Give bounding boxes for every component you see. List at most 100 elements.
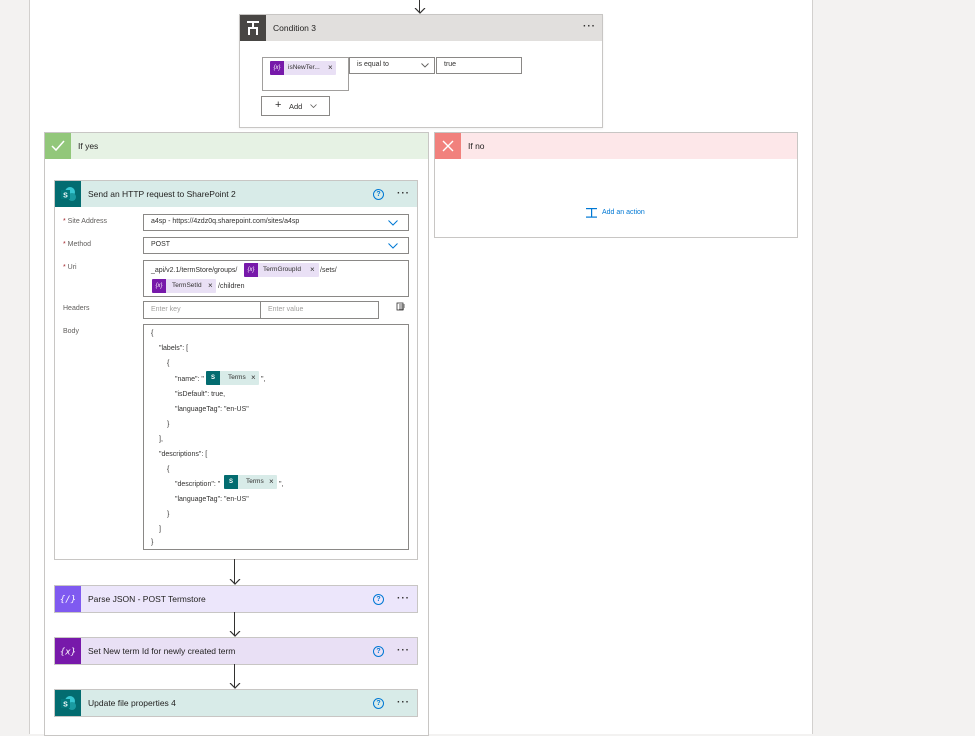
connector-arrow <box>229 664 241 689</box>
body-line: { <box>167 466 170 473</box>
variable-icon: {x} <box>244 263 258 277</box>
more-options-icon[interactable]: ··· <box>397 188 410 200</box>
body-line: } <box>167 421 170 428</box>
add-condition-button[interactable]: + Add <box>261 96 330 116</box>
body-label: Body <box>63 328 79 335</box>
close-icon <box>435 133 461 159</box>
add-action-icon <box>586 208 597 218</box>
condition-operand-field[interactable]: {x} isNewTer... × <box>262 57 349 91</box>
sharepoint-icon: S <box>55 181 81 207</box>
parse-json-title: Parse JSON - POST Termstore <box>88 594 206 604</box>
chevron-down-icon <box>388 243 398 249</box>
parse-json-action-card[interactable]: {/} Parse JSON - POST Termstore ? ··· <box>54 585 418 613</box>
update-file-header[interactable]: S Update file properties 4 ? ··· <box>55 690 417 716</box>
terms-token[interactable]: S Terms × <box>224 475 277 489</box>
set-variable-action-card[interactable]: {x} Set New term Id for newly created te… <box>54 637 418 665</box>
body-line: "languageTag": "en-US" <box>175 406 249 413</box>
update-file-title: Update file properties 4 <box>88 698 176 708</box>
help-icon[interactable]: ? <box>373 594 384 605</box>
parse-json-header[interactable]: {/} Parse JSON - POST Termstore ? ··· <box>55 586 417 612</box>
site-address-value: a4sp - https://4zdz0q.sharepoint.com/sit… <box>151 218 300 225</box>
http-request-action-card[interactable]: S Send an HTTP request to SharePoint 2 ?… <box>54 180 418 560</box>
http-request-header[interactable]: S Send an HTTP request to SharePoint 2 ?… <box>55 181 417 207</box>
if-no-title: If no <box>468 141 485 151</box>
svg-text:{x}: {x} <box>60 648 76 658</box>
set-variable-title: Set New term Id for newly created term <box>88 646 236 656</box>
body-line: ", <box>279 481 284 488</box>
headers-value-input[interactable]: Enter value <box>260 301 379 319</box>
token-label: Terms <box>246 478 264 485</box>
add-action-label: Add an action <box>602 209 645 216</box>
body-line: "languageTag": "en-US" <box>175 496 249 503</box>
svg-text:S: S <box>63 701 68 708</box>
body-line: "description": " <box>175 481 221 488</box>
more-options-icon[interactable]: ··· <box>397 697 410 709</box>
body-field[interactable]: { "labels": [ { "name": " S Terms × ", "… <box>143 324 409 550</box>
variable-icon: {x} <box>270 61 284 75</box>
remove-token-icon[interactable]: × <box>269 475 274 489</box>
variable-icon: {x} <box>55 638 81 664</box>
update-file-action-card[interactable]: S Update file properties 4 ? ··· <box>54 689 418 717</box>
text-mode-icon[interactable] <box>396 302 406 312</box>
method-value: POST <box>151 241 171 248</box>
connector-arrow <box>229 559 241 585</box>
body-line: } <box>167 511 170 518</box>
remove-token-icon[interactable]: × <box>208 279 213 293</box>
headers-key-input[interactable]: Enter key <box>143 301 262 319</box>
body-line: ] <box>159 526 161 533</box>
condition-card[interactable]: Condition 3 ··· {x} isNewTer... × is equ… <box>239 14 603 128</box>
variable-icon: {x} <box>152 279 166 293</box>
chevron-down-icon <box>421 63 429 68</box>
condition-header[interactable]: Condition 3 ··· <box>240 15 602 41</box>
help-icon[interactable]: ? <box>373 698 384 709</box>
remove-token-icon[interactable]: × <box>251 371 256 385</box>
uri-mid: /sets/ <box>320 267 337 274</box>
body-line: { <box>167 360 170 367</box>
termgroupid-token[interactable]: {x} TermGroupId × <box>244 263 319 277</box>
condition-icon <box>240 15 266 41</box>
sharepoint-icon: S <box>55 690 81 716</box>
isnewterm-token[interactable]: {x} isNewTer... × <box>270 61 336 75</box>
checkmark-icon <box>45 133 71 159</box>
remove-token-icon[interactable]: × <box>328 61 333 75</box>
site-address-select[interactable]: a4sp - https://4zdz0q.sharepoint.com/sit… <box>143 214 409 231</box>
svg-text:S: S <box>63 192 68 199</box>
operator-select[interactable]: is equal to <box>349 57 435 74</box>
sharepoint-icon: S <box>224 475 238 489</box>
condition-value-field[interactable]: true <box>436 57 522 74</box>
headers-key-placeholder: Enter key <box>151 306 181 313</box>
site-address-label: * Site Address <box>63 218 107 225</box>
body-line: { <box>151 330 154 337</box>
token-label: Terms <box>228 374 246 381</box>
help-icon[interactable]: ? <box>373 189 384 200</box>
if-no-header[interactable]: If no <box>435 133 797 159</box>
token-label: isNewTer... <box>288 64 320 71</box>
if-yes-title: If yes <box>78 141 99 151</box>
headers-label: Headers <box>63 305 90 312</box>
more-options-icon[interactable]: ··· <box>583 21 596 33</box>
body-line: } <box>151 539 154 546</box>
method-label: * Method <box>63 241 92 248</box>
parse-json-icon: {/} <box>55 586 81 612</box>
token-label: TermSetId <box>172 282 202 289</box>
method-select[interactable]: POST <box>143 237 409 254</box>
remove-token-icon[interactable]: × <box>310 263 315 277</box>
uri-suffix: /children <box>218 283 245 290</box>
more-options-icon[interactable]: ··· <box>397 593 410 605</box>
terms-token[interactable]: S Terms × <box>206 371 259 385</box>
termsetid-token[interactable]: {x} TermSetId × <box>152 279 216 293</box>
uri-field[interactable]: _api/v2.1/termStore/groups/ {x} TermGrou… <box>143 260 409 297</box>
body-line: "name": " <box>175 376 204 383</box>
plus-icon: + <box>275 99 282 111</box>
condition-value: true <box>444 61 457 68</box>
connector-arrow <box>414 0 426 14</box>
help-icon[interactable]: ? <box>373 646 384 657</box>
uri-prefix: _api/v2.1/termStore/groups/ <box>151 267 238 274</box>
token-label: TermGroupId <box>263 266 301 273</box>
if-yes-header[interactable]: If yes <box>45 133 428 159</box>
more-options-icon[interactable]: ··· <box>397 645 410 657</box>
if-no-branch: If no Add an action <box>434 132 798 238</box>
set-variable-header[interactable]: {x} Set New term Id for newly created te… <box>55 638 417 664</box>
body-line: "isDefault": true, <box>175 391 226 398</box>
connector-arrow <box>229 612 241 637</box>
